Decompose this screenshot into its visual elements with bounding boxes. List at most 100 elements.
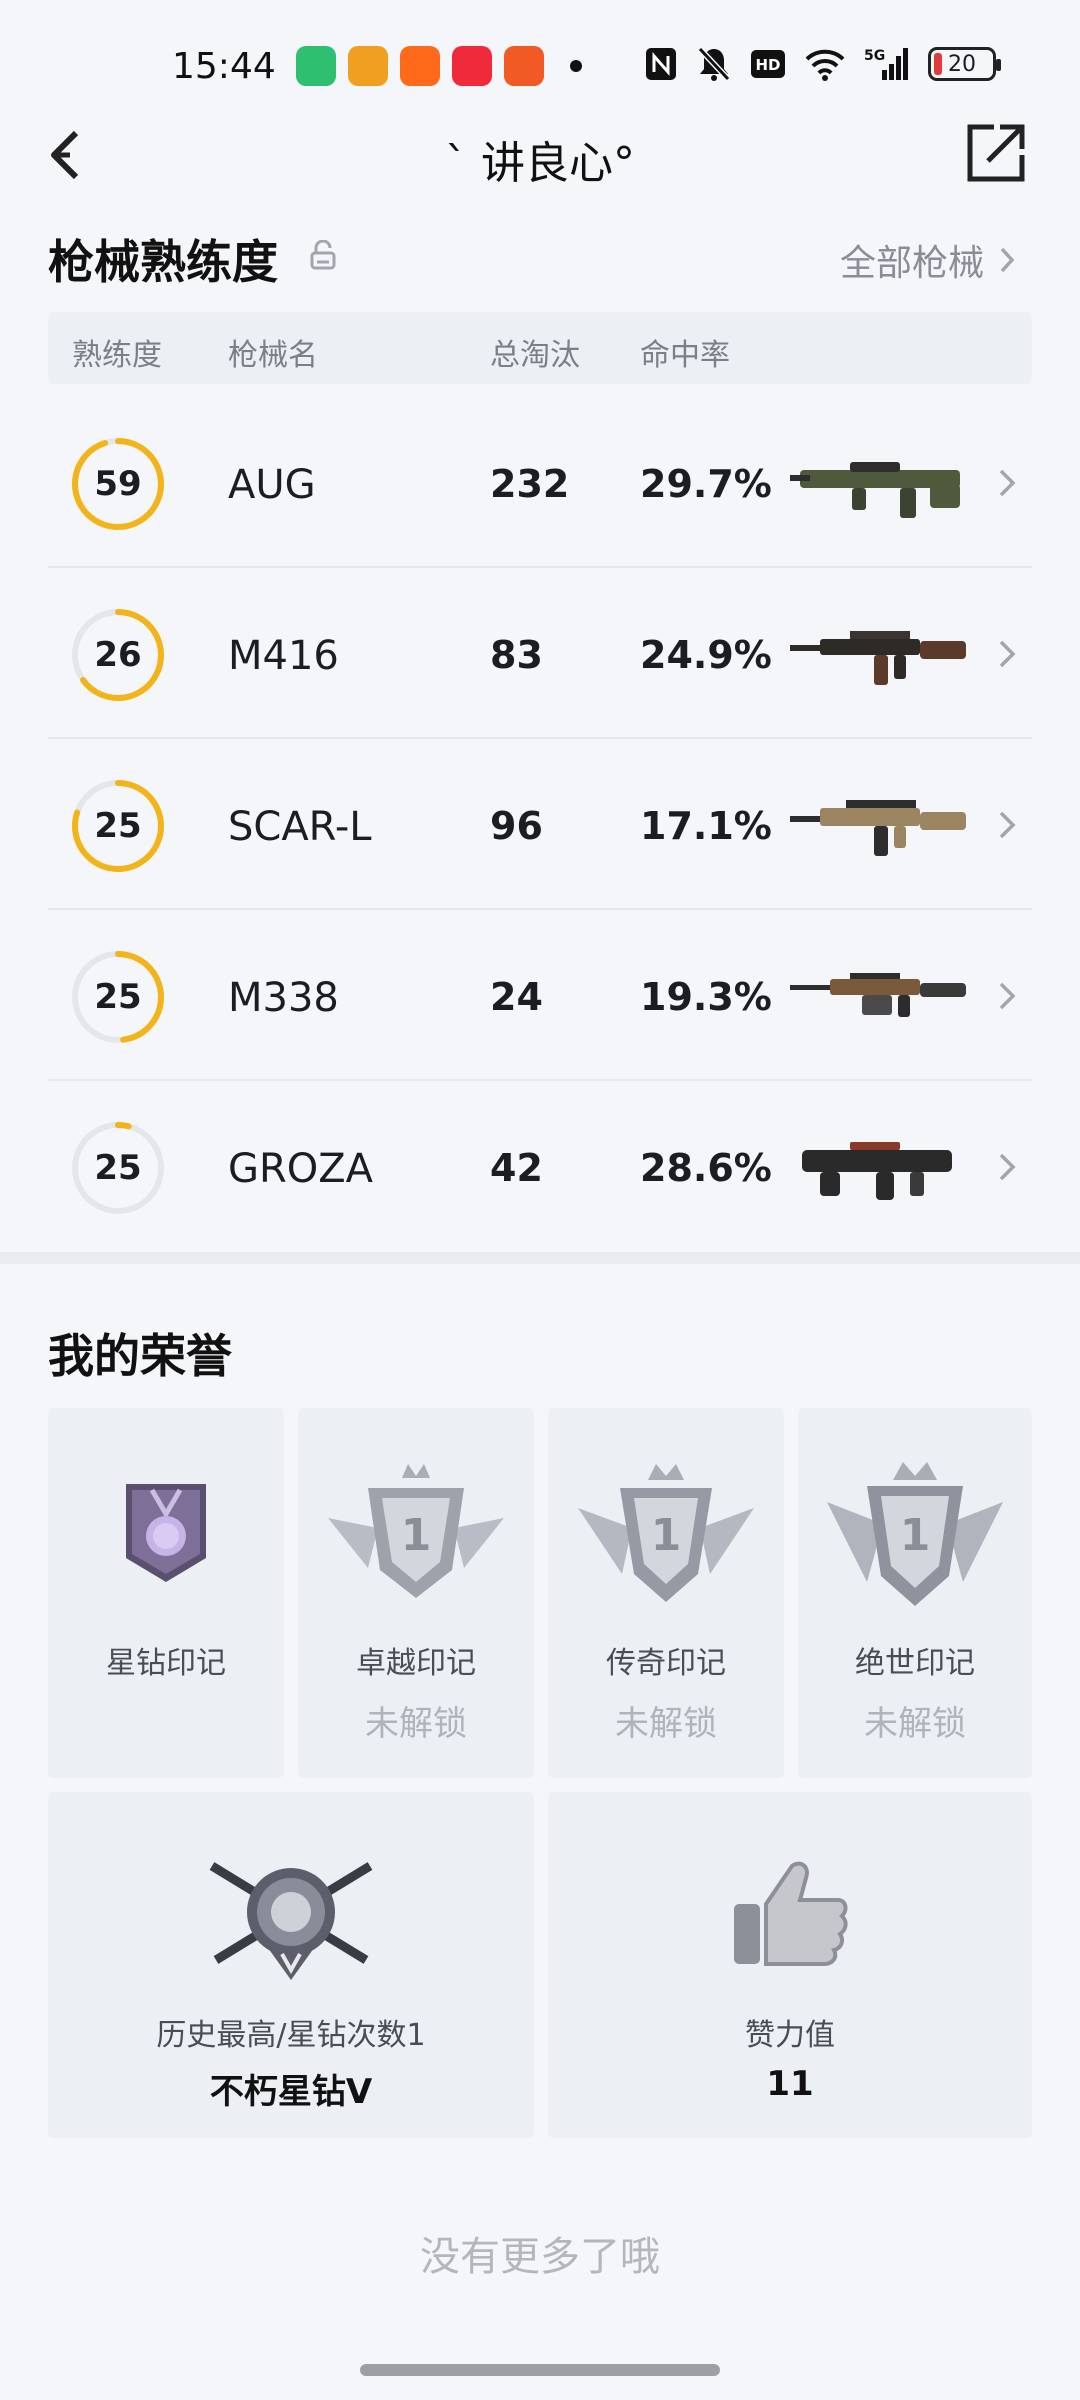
chevron-right-icon bbox=[999, 469, 1016, 497]
like-power-label: 赞力值 bbox=[745, 2018, 835, 2053]
m338-machine-gun-icon bbox=[790, 957, 970, 1037]
all-weapons-label: 全部枪械 bbox=[840, 243, 985, 284]
column-weapon-name: 枪械名 bbox=[228, 338, 318, 373]
weapon-hit-rate: 24.9% bbox=[640, 633, 772, 677]
share-button[interactable] bbox=[964, 121, 1028, 185]
highest-rank-card[interactable]: 历史最高/星钻次数1 不朽星钻V bbox=[48, 1792, 534, 2138]
star-diamond-medal-icon bbox=[118, 1478, 214, 1588]
status-bar: 15:44 HD 5G 20 bbox=[0, 0, 1080, 130]
wifi-icon bbox=[804, 44, 846, 84]
weapon-hit-rate: 17.1% bbox=[640, 804, 772, 848]
section-divider bbox=[0, 1252, 1080, 1264]
svg-text:1: 1 bbox=[401, 1510, 432, 1561]
chevron-right-icon bbox=[999, 982, 1016, 1010]
proficiency-ring: 59 bbox=[70, 436, 166, 532]
weapon-eliminations: 24 bbox=[490, 975, 543, 1019]
honor-mark-label: 绝世印记 bbox=[855, 1646, 975, 1681]
column-total-eliminations: 总淘汰 bbox=[490, 338, 580, 373]
silver-crest-icon: 1 bbox=[827, 1458, 1003, 1618]
notification-icons bbox=[296, 46, 582, 86]
thumbs-up-icon bbox=[730, 1860, 850, 1970]
honor-mark-status: 未解锁 bbox=[365, 1704, 467, 1744]
proficiency-level: 59 bbox=[94, 464, 142, 504]
page-title: ` 讲良心° bbox=[445, 138, 635, 189]
chevron-right-icon bbox=[1000, 247, 1015, 273]
home-indicator[interactable] bbox=[360, 2364, 720, 2376]
weapon-hit-rate: 28.6% bbox=[640, 1146, 772, 1190]
silver-crest-icon: 1 bbox=[328, 1458, 504, 1618]
svg-text:1: 1 bbox=[900, 1510, 931, 1561]
chevron-right-icon bbox=[999, 1153, 1016, 1181]
proficiency-ring: 25 bbox=[70, 778, 166, 874]
legend-mark-card[interactable]: 1 传奇印记 未解锁 bbox=[548, 1408, 784, 1778]
share-external-icon bbox=[967, 124, 1025, 182]
top-navigation-bar: ` 讲良心° bbox=[0, 115, 1080, 195]
proficiency-ring: 26 bbox=[70, 607, 166, 703]
excellence-mark-card[interactable]: 1 卓越印记 未解锁 bbox=[298, 1408, 534, 1778]
honor-mark-status: 未解锁 bbox=[864, 1704, 966, 1744]
honor-mark-label: 星钻印记 bbox=[106, 1646, 226, 1681]
app-notification-icon bbox=[348, 46, 388, 86]
svg-text:1: 1 bbox=[651, 1510, 682, 1561]
like-power-card[interactable]: 赞力值 11 bbox=[548, 1792, 1032, 2138]
all-weapons-link[interactable]: 全部枪械 bbox=[840, 234, 1016, 286]
scar-l-rifle-icon bbox=[790, 786, 970, 866]
history-best-label: 历史最高/星钻次数1 bbox=[156, 2018, 426, 2053]
weapon-name: GROZA bbox=[228, 1146, 374, 1192]
no-more-content-text: 没有更多了哦 bbox=[420, 2234, 660, 2280]
weapon-name: SCAR-L bbox=[228, 804, 372, 850]
silver-crest-icon: 1 bbox=[578, 1458, 754, 1618]
history-best-value: 不朽星钻V bbox=[209, 2072, 373, 2112]
crossed-guns-rank-badge-icon bbox=[206, 1852, 376, 1982]
weapon-eliminations: 83 bbox=[490, 633, 543, 677]
network-type: 5G bbox=[864, 48, 885, 64]
lock-icon bbox=[309, 239, 337, 270]
app-notification-icon bbox=[400, 46, 440, 86]
mute-bell-icon bbox=[696, 44, 732, 84]
m416-rifle-icon bbox=[790, 615, 970, 695]
more-notifications-dot bbox=[570, 60, 582, 72]
chevron-right-icon bbox=[999, 811, 1016, 839]
honors-section-title: 我的荣誉 bbox=[48, 1329, 232, 1383]
battery-icon: 20 bbox=[928, 47, 1001, 81]
nfc-icon bbox=[644, 44, 678, 84]
svg-text:HD: HD bbox=[755, 56, 780, 74]
weapon-row[interactable]: 59 AUG 232 29.7% bbox=[48, 398, 1032, 568]
column-proficiency: 熟练度 bbox=[72, 338, 162, 373]
aug-rifle-icon bbox=[790, 444, 970, 524]
groza-rifle-icon bbox=[790, 1128, 970, 1208]
weapon-hit-rate: 29.7% bbox=[640, 462, 772, 506]
weapon-table-header: 熟练度 枪械名 总淘汰 命中率 bbox=[48, 312, 1032, 384]
cellular-signal-icon: 5G bbox=[864, 44, 910, 84]
weapon-section-title: 枪械熟练度 bbox=[48, 235, 278, 289]
weapon-row[interactable]: 25 M338 24 19.3% bbox=[48, 911, 1032, 1081]
weapon-row[interactable]: 25 GROZA 42 28.6% bbox=[48, 1082, 1032, 1252]
battery-level: 20 bbox=[948, 51, 976, 77]
proficiency-level: 25 bbox=[94, 977, 142, 1017]
proficiency-ring: 25 bbox=[70, 1120, 166, 1216]
app-notification-icon bbox=[296, 46, 336, 86]
weapon-row[interactable]: 26 M416 83 24.9% bbox=[48, 569, 1032, 739]
weapon-name: M416 bbox=[228, 633, 339, 679]
proficiency-level: 25 bbox=[94, 806, 142, 846]
weapon-row[interactable]: 25 SCAR-L 96 17.1% bbox=[48, 740, 1032, 910]
app-notification-icon bbox=[452, 46, 492, 86]
honor-mark-label: 传奇印记 bbox=[606, 1646, 726, 1681]
weapon-name: M338 bbox=[228, 975, 339, 1021]
proficiency-level: 26 bbox=[94, 635, 142, 675]
weapon-eliminations: 232 bbox=[490, 462, 570, 506]
honor-mark-status: 未解锁 bbox=[615, 1704, 717, 1744]
status-time: 15:44 bbox=[172, 46, 276, 87]
star-diamond-mark-card[interactable]: 星钻印记 bbox=[48, 1408, 284, 1778]
weapon-eliminations: 96 bbox=[490, 804, 543, 848]
chevron-right-icon bbox=[999, 640, 1016, 668]
proficiency-level: 25 bbox=[94, 1148, 142, 1188]
weapon-eliminations: 42 bbox=[490, 1146, 543, 1190]
column-hit-rate: 命中率 bbox=[640, 338, 730, 373]
weapon-name: AUG bbox=[228, 462, 316, 508]
proficiency-ring: 25 bbox=[70, 949, 166, 1045]
honor-mark-label: 卓越印记 bbox=[356, 1646, 476, 1681]
like-power-value: 11 bbox=[766, 2064, 814, 2104]
app-notification-icon bbox=[504, 46, 544, 86]
peerless-mark-card[interactable]: 1 绝世印记 未解锁 bbox=[798, 1408, 1032, 1778]
